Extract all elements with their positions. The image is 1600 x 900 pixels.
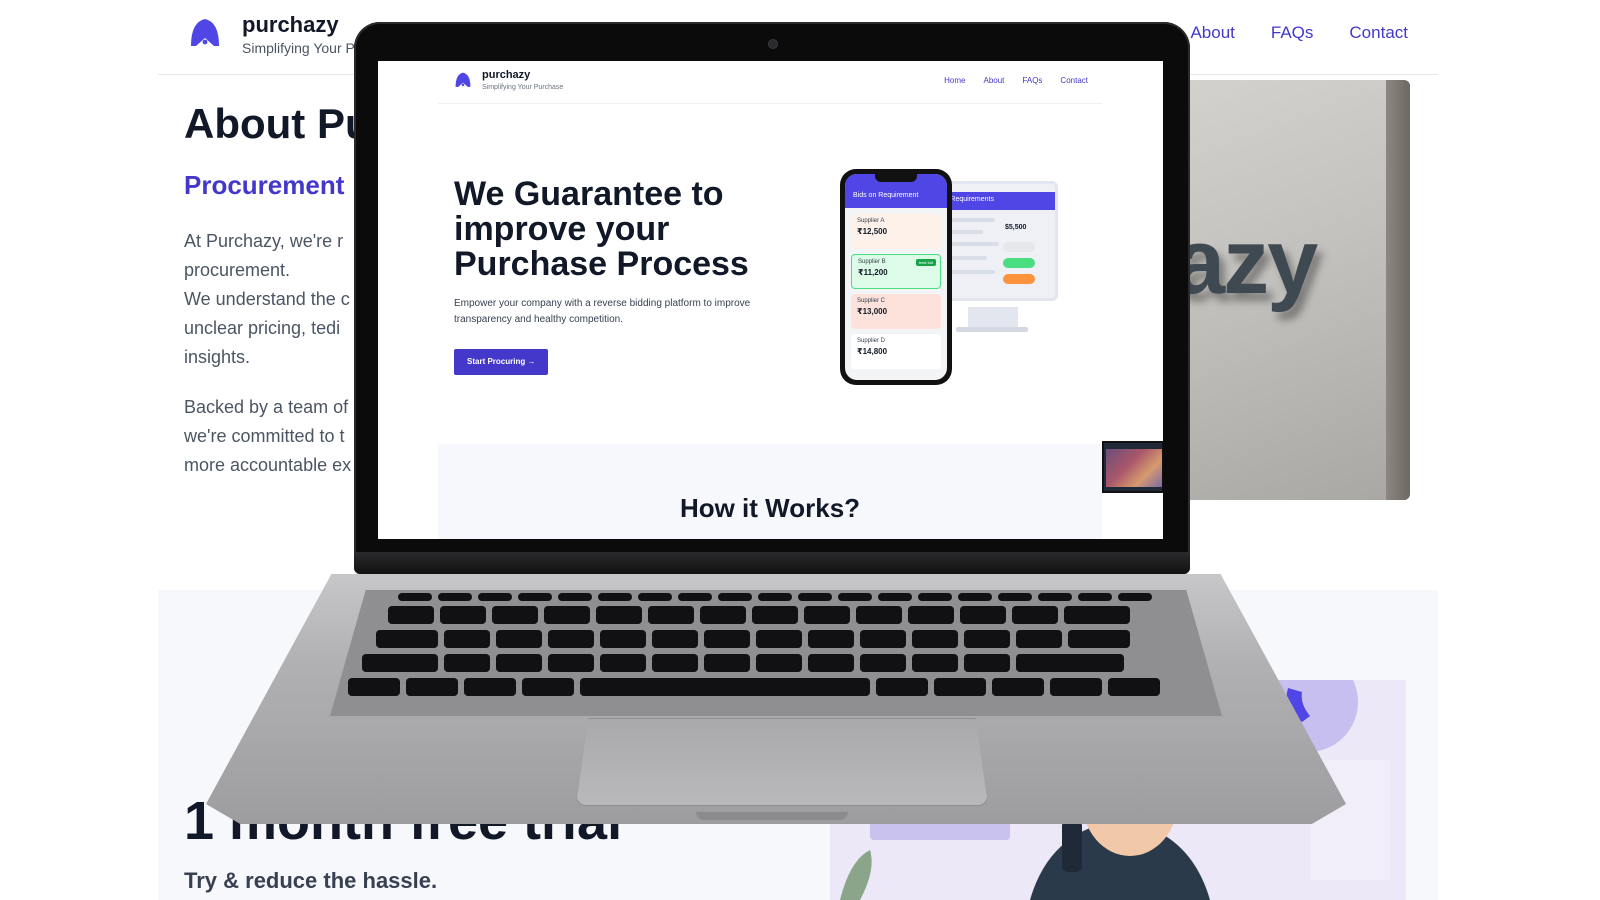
how-it-works-section [438, 444, 1102, 539]
keyboard-row [388, 606, 1130, 624]
about-paragraph-line: we're committed to t [184, 426, 345, 446]
screen-tagline: Simplifying Your Purchase [482, 84, 564, 91]
best-bid-badge: best bid [915, 259, 936, 266]
screen-header: purchazy Simplifying Your Purchase Home … [438, 61, 1102, 104]
background-brand-name: purchazy [242, 12, 339, 37]
bid-amount: ₹11,200 [858, 268, 888, 277]
screen-nav: Home About FAQs Contact [944, 76, 1088, 85]
screen-nav-faqs-link[interactable]: FAQs [1022, 76, 1042, 85]
bid-supplier: Supplier C [857, 298, 886, 304]
monitor-price: $5,500 [1005, 224, 1027, 231]
how-it-works-heading: How it Works? [679, 493, 861, 523]
about-subheading: Procurement [184, 170, 345, 200]
start-procuring-button[interactable]: Start Procuring → [454, 349, 549, 375]
about-paragraph-line: procurement. [184, 260, 291, 280]
laptop-trackpad [576, 718, 988, 806]
bid-card: Supplier D ₹14,800 [851, 334, 941, 369]
bid-card: Supplier C ₹13,000 [851, 294, 941, 329]
about-paragraph-2: Backed by a team of we're committed to t… [184, 393, 351, 480]
keyboard-row [362, 654, 1124, 672]
about-paragraph-1: At Purchazy, we're r procurement. We und… [184, 227, 350, 372]
hero-heading: We Guarantee to improve your Purchase Pr… [454, 175, 749, 283]
phone-notch [875, 174, 917, 182]
about-paragraph-line: unclear pricing, tedi [184, 318, 341, 338]
nav-about-link[interactable]: About [1190, 23, 1234, 43]
about-paragraph-line: Backed by a team of [184, 397, 349, 417]
bid-card: Supplier B ₹11,200 best bid [851, 254, 941, 289]
nav-contact-link[interactable]: Contact [1349, 23, 1408, 43]
background-tagline: Simplifying Your P [242, 40, 355, 56]
about-paragraph-line: We understand the c [184, 289, 350, 309]
monitor-header: st Requirements [937, 192, 1055, 210]
trial-subheading: Try & reduce the hassle. [184, 868, 438, 893]
bid-amount: ₹12,500 [857, 227, 888, 236]
keyboard-row [376, 630, 1130, 648]
video-thumbnail[interactable] [1102, 441, 1163, 493]
bid-amount: ₹13,000 [857, 307, 888, 316]
phone-mockup: Bids on Requirement Supplier A ₹12,500 S… [840, 169, 952, 385]
monitor-foot [956, 327, 1028, 332]
phone-header-label: Bids on Requirement [853, 192, 919, 199]
about-paragraph-line: insights. [184, 347, 251, 367]
video-thumbnail-image [1106, 449, 1162, 487]
office-wall-photo: azy [1160, 80, 1410, 500]
bid-card: Supplier A ₹12,500 [851, 214, 941, 249]
background-nav: About FAQs Contact [1190, 23, 1408, 43]
purchazy-logo-icon[interactable] [454, 71, 472, 89]
wall-edge [1386, 80, 1410, 500]
laptop-front-notch [696, 812, 848, 820]
laptop-screen: purchazy Simplifying Your Purchase Home … [378, 61, 1163, 539]
bid-amount: ₹14,800 [857, 347, 888, 356]
webcam-icon [768, 39, 778, 49]
bid-supplier: Supplier D [857, 338, 886, 344]
keyboard-row [398, 593, 1152, 601]
keyboard-row [348, 678, 1160, 696]
screen-brand-name: purchazy [482, 69, 531, 81]
about-heading: About Pu [184, 100, 371, 147]
laptop-hinge [354, 552, 1190, 574]
wall-logo-text: azy [1174, 211, 1318, 313]
screen-nav-contact-link[interactable]: Contact [1060, 76, 1088, 85]
requirements-monitor-mockup: st Requirements $5,500 [934, 181, 1058, 301]
about-paragraph-line: At Purchazy, we're r [184, 231, 344, 251]
phone-screen: Bids on Requirement Supplier A ₹12,500 S… [845, 174, 947, 380]
hero-description: Empower your company with a reverse bidd… [454, 298, 751, 325]
screen-nav-about-link[interactable]: About [984, 76, 1005, 85]
nav-faqs-link[interactable]: FAQs [1271, 23, 1314, 43]
about-paragraph-line: more accountable ex [184, 455, 352, 475]
bid-supplier: Supplier A [857, 218, 885, 224]
screen-nav-home-link[interactable]: Home [944, 76, 965, 85]
purchazy-logo-icon[interactable] [188, 16, 222, 50]
monitor-stand [968, 307, 1018, 329]
